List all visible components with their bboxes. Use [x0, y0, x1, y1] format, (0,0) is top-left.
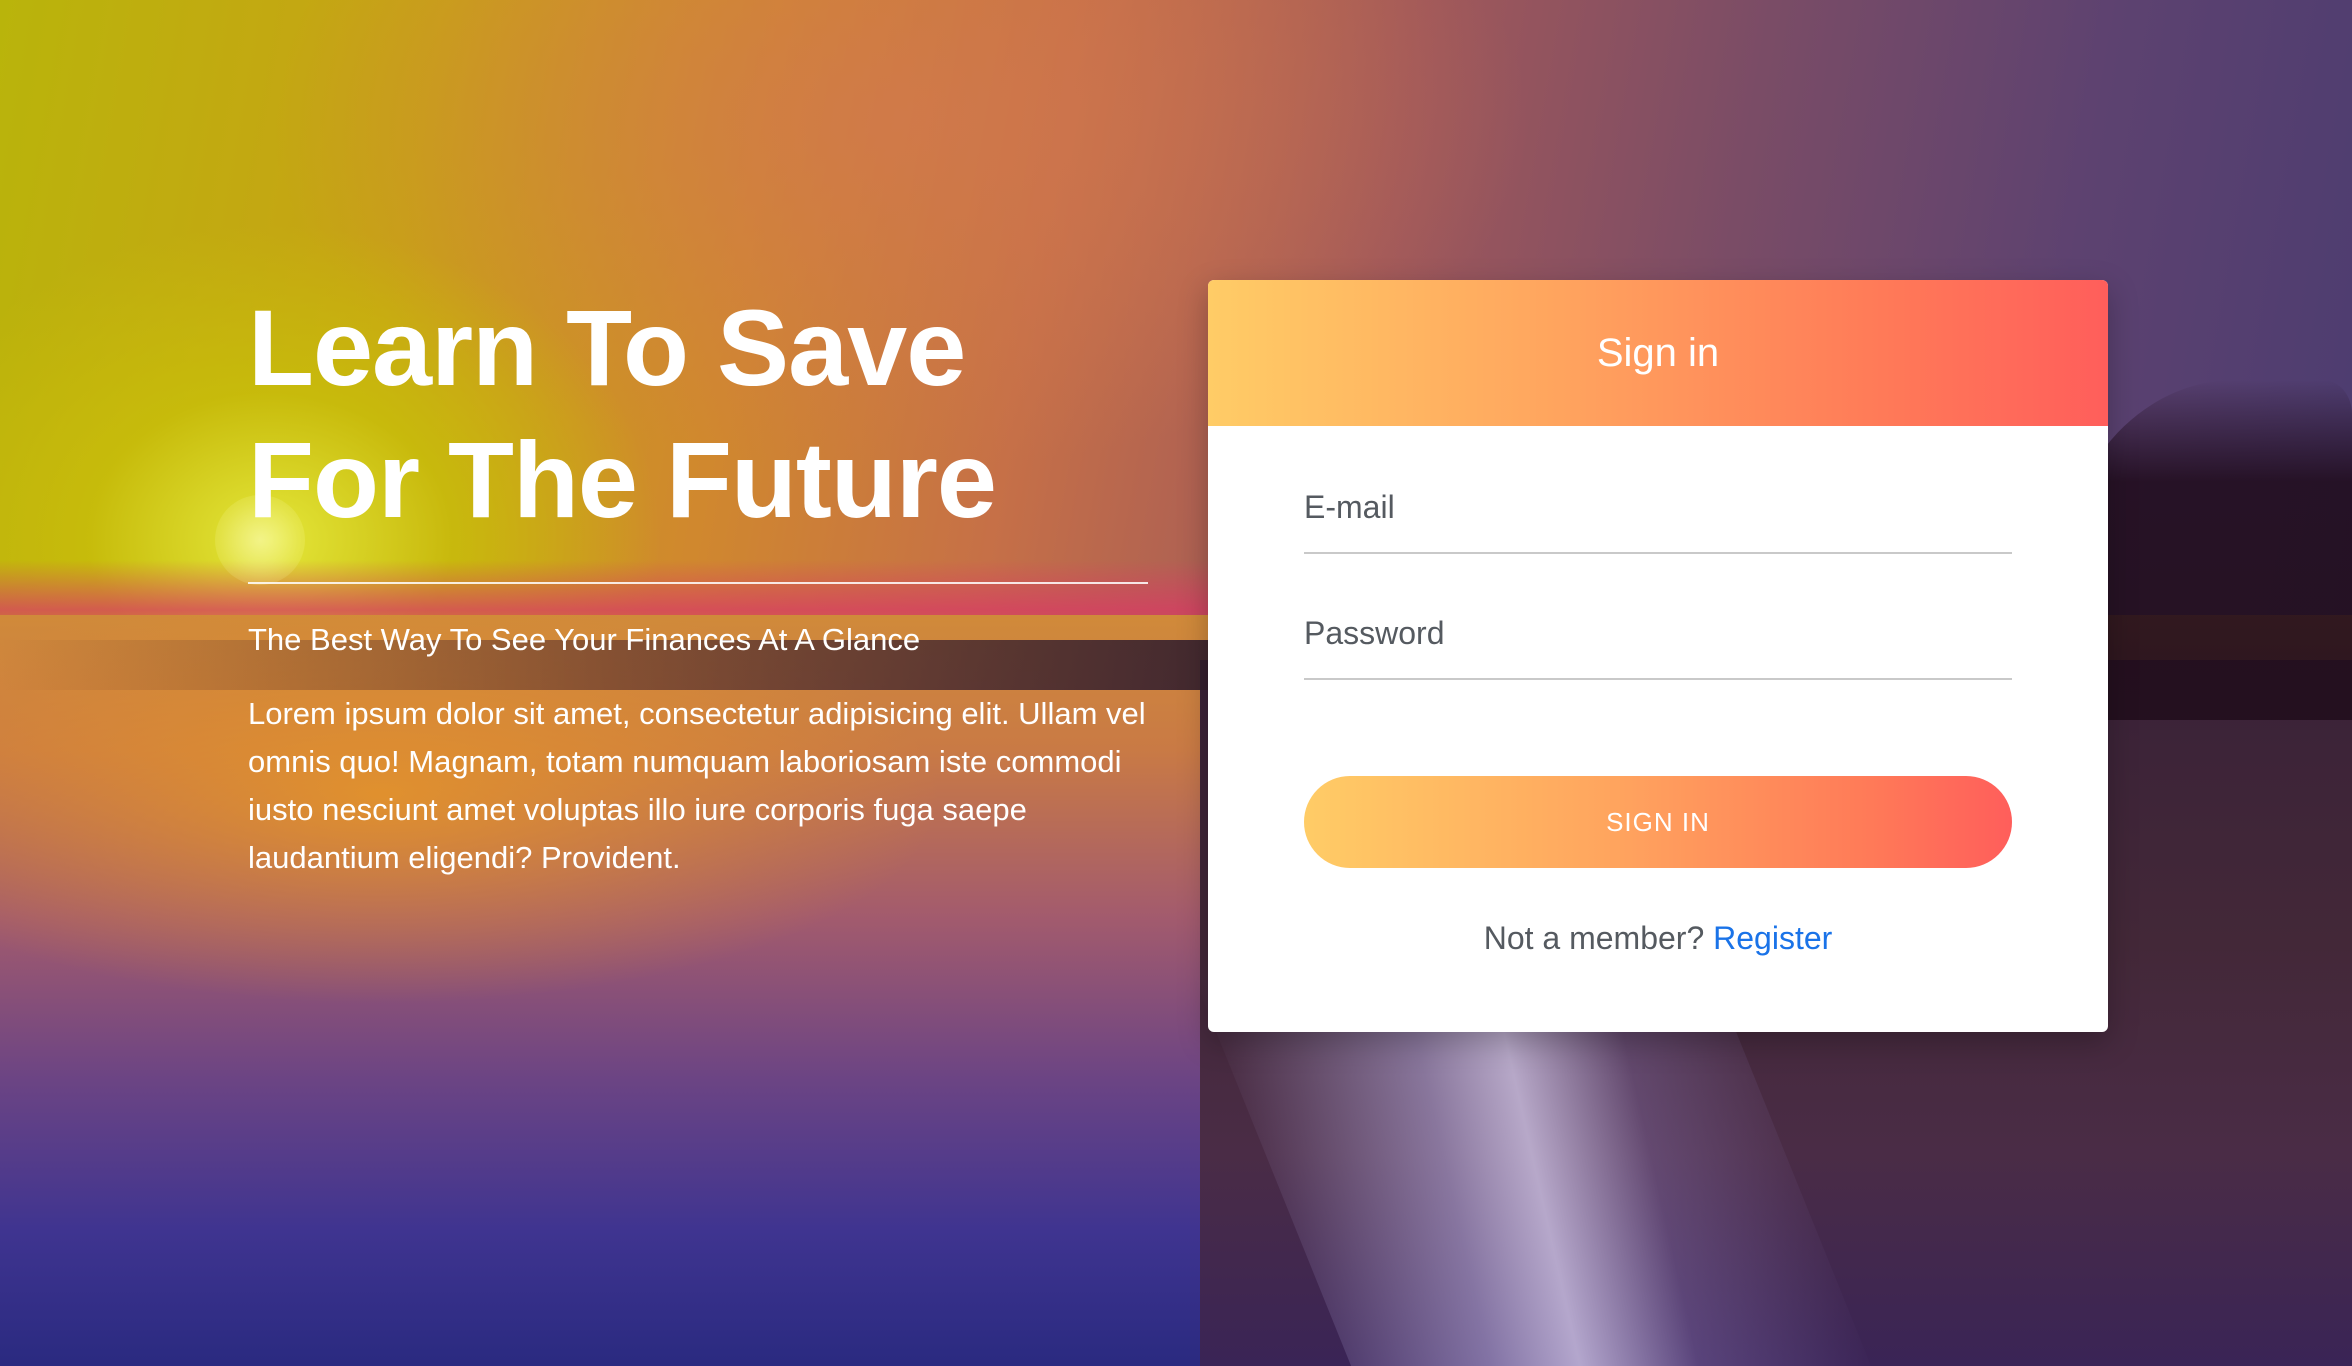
hero-subtitle: The Best Way To See Your Finances At A G…: [248, 622, 921, 657]
password-field-wrapper: [1304, 608, 2012, 680]
password-field[interactable]: [1304, 608, 2012, 658]
signin-button[interactable]: SIGN IN: [1304, 776, 2012, 868]
register-line: Not a member? Register: [1304, 920, 2012, 957]
signin-title: Sign in: [1596, 330, 1720, 375]
hero-section: Learn To Save For The Future The Best Wa…: [248, 282, 1148, 913]
email-field[interactable]: [1304, 482, 2012, 532]
signin-card-header: Sign in: [1208, 280, 2108, 426]
signin-card: Sign in SIGN IN Not a member? Register: [1208, 280, 2108, 1032]
register-link[interactable]: Register: [1713, 920, 1832, 956]
hero-divider: [248, 582, 1148, 584]
signin-form: SIGN IN Not a member? Register: [1208, 482, 2108, 957]
hero-title: Learn To Save For The Future: [248, 287, 997, 540]
hero-body-text: Lorem ipsum dolor sit amet, consectetur …: [248, 696, 1146, 875]
email-field-wrapper: [1304, 482, 2012, 554]
register-prompt: Not a member?: [1483, 920, 1705, 956]
